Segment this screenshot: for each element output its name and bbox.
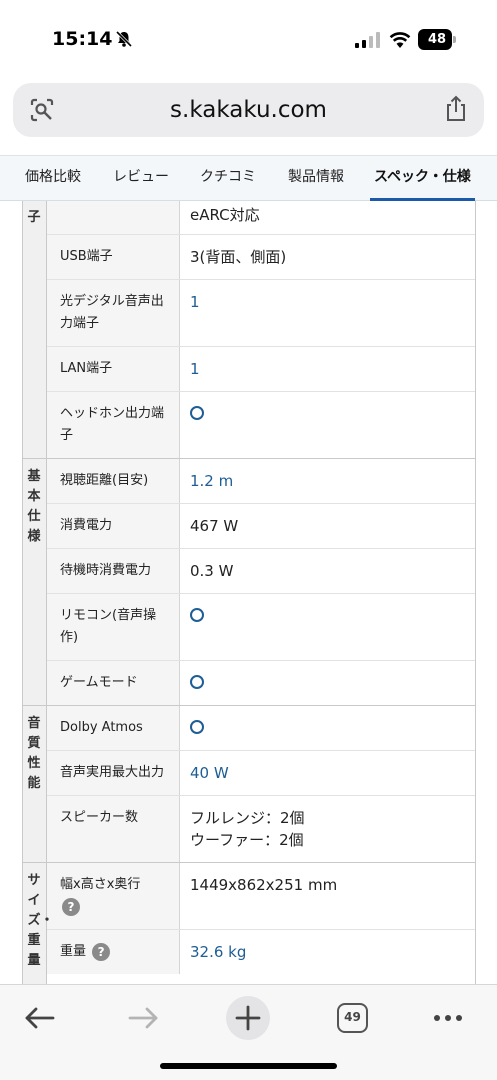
group-label: 音質性能 xyxy=(27,716,41,791)
plus-icon xyxy=(235,1005,261,1031)
spec-value: 467 W xyxy=(190,517,239,535)
home-indicator xyxy=(160,1063,337,1069)
address-bar[interactable]: s.kakaku.com xyxy=(13,83,484,137)
new-tab-button[interactable] xyxy=(223,995,273,1041)
tabs-icon[interactable]: 49 xyxy=(328,995,378,1041)
spec-row: 待機時消費電力 0.3 W xyxy=(47,548,475,593)
spec-value-link[interactable] xyxy=(180,661,475,705)
tab-spec[interactable]: スペック・仕様 xyxy=(370,156,475,201)
spec-value: 3(背面、側面) xyxy=(190,248,287,266)
help-icon[interactable]: ? xyxy=(92,942,111,961)
circle-mark-icon xyxy=(190,720,204,734)
spec-value: eARC対応 xyxy=(190,206,260,224)
spec-value: 1449x862x251 mm xyxy=(190,876,338,894)
signal-icon xyxy=(355,32,380,48)
spec-value-link[interactable]: 40 W xyxy=(180,751,475,795)
spec-value-link[interactable]: 1.2 m xyxy=(180,459,475,503)
spec-row: 消費電力 467 W xyxy=(47,503,475,548)
tab-count: 49 xyxy=(337,1003,368,1033)
tab-kuchikomi[interactable]: クチコミ xyxy=(200,156,256,201)
spec-group-sound: 音質性能 Dolby Atmos 音声実用最大出力 40 W スピーカー数 フル… xyxy=(22,706,476,863)
spec-name: 待機時消費電力 xyxy=(47,549,180,593)
spec-row: 音声実用最大出力 40 W xyxy=(47,750,475,795)
group-label: 子 xyxy=(27,210,41,225)
share-icon[interactable] xyxy=(443,95,469,123)
spec-value: フルレンジ：2個 xyxy=(190,809,305,827)
group-label: サイズ・重量 xyxy=(27,873,54,968)
circle-mark-icon xyxy=(190,406,204,420)
spec-value: ウーファー：2個 xyxy=(190,831,304,849)
wifi-icon xyxy=(389,32,411,48)
tab-product-info[interactable]: 製品情報 xyxy=(288,156,344,201)
spec-name: 視聴距離(目安) xyxy=(47,459,180,503)
circle-mark-icon xyxy=(190,675,204,689)
spec-group-size: サイズ・重量 幅x高さx奥行 ? 1449x862x251 mm 重量 ? 32… xyxy=(22,863,476,984)
spec-name: 消費電力 xyxy=(47,504,180,548)
spec-name: LAN端子 xyxy=(47,347,180,391)
circle-mark-icon xyxy=(190,608,204,622)
spec-value-link[interactable] xyxy=(180,706,475,750)
help-icon[interactable]: ? xyxy=(62,897,80,916)
spec-name: 幅x高さx奥行 xyxy=(60,877,141,892)
spec-name xyxy=(47,201,180,234)
bell-slash-icon xyxy=(115,30,133,48)
spec-name: 音声実用最大出力 xyxy=(47,751,180,795)
battery-level: 48 xyxy=(427,32,447,47)
spec-table: 子 eARC対応 USB端子 3(背面、側面) 光デジタル音声出力端子 1 LA… xyxy=(0,201,497,984)
forward-arrow-icon[interactable] xyxy=(119,995,169,1041)
spec-name: ゲームモード xyxy=(47,661,180,705)
group-label: 基本仕様 xyxy=(27,469,41,544)
spec-row: 光デジタル音声出力端子 1 xyxy=(47,279,475,346)
spec-row: ゲームモード xyxy=(47,660,475,705)
back-arrow-icon[interactable] xyxy=(14,995,64,1041)
tab-price-compare[interactable]: 価格比較 xyxy=(25,156,81,201)
battery-icon: 48 xyxy=(418,29,458,50)
spec-value-link[interactable] xyxy=(180,594,475,660)
spec-row: 重量 ? 32.6 kg xyxy=(47,929,475,974)
tab-bar: 価格比較 レビュー クチコミ 製品情報 スペック・仕様 xyxy=(0,155,497,201)
spec-row: 幅x高さx奥行 ? 1449x862x251 mm xyxy=(47,863,475,929)
spec-group-terminals: 子 eARC対応 USB端子 3(背面、側面) 光デジタル音声出力端子 1 LA… xyxy=(22,201,476,459)
tab-review[interactable]: レビュー xyxy=(113,156,169,201)
status-bar: 15:14 48 xyxy=(0,0,497,82)
spec-row: LAN端子 1 xyxy=(47,346,475,391)
spec-name: USB端子 xyxy=(47,235,180,279)
spec-value-link[interactable]: 32.6 kg xyxy=(180,930,475,974)
spec-row: ヘッドホン出力端子 xyxy=(47,391,475,458)
spec-row: スピーカー数 フルレンジ：2個 ウーファー：2個 xyxy=(47,795,475,862)
spec-name: スピーカー数 xyxy=(47,796,180,862)
spec-name: リモコン(音声操作) xyxy=(47,594,180,660)
spec-row: リモコン(音声操作) xyxy=(47,593,475,660)
spec-value-link[interactable]: 1 xyxy=(180,280,475,346)
spec-group-basic: 基本仕様 視聴距離(目安) 1.2 m 消費電力 467 W 待機時消費電力 0… xyxy=(22,459,476,706)
status-time: 15:14 xyxy=(52,28,113,50)
spec-row: USB端子 3(背面、側面) xyxy=(47,234,475,279)
spec-row: eARC対応 xyxy=(47,201,475,234)
spec-name: 光デジタル音声出力端子 xyxy=(47,280,180,346)
spec-row: 視聴距離(目安) 1.2 m xyxy=(47,459,475,503)
url-text[interactable]: s.kakaku.com xyxy=(13,83,484,137)
spec-name: 重量 xyxy=(60,944,87,959)
spec-row: Dolby Atmos xyxy=(47,706,475,750)
spec-value: 0.3 W xyxy=(190,562,234,580)
spec-name: ヘッドホン出力端子 xyxy=(47,392,180,458)
spec-value-link[interactable]: 1 xyxy=(180,347,475,391)
more-icon[interactable] xyxy=(423,995,473,1041)
spec-value-link[interactable] xyxy=(180,392,475,458)
spec-name: Dolby Atmos xyxy=(47,706,180,750)
